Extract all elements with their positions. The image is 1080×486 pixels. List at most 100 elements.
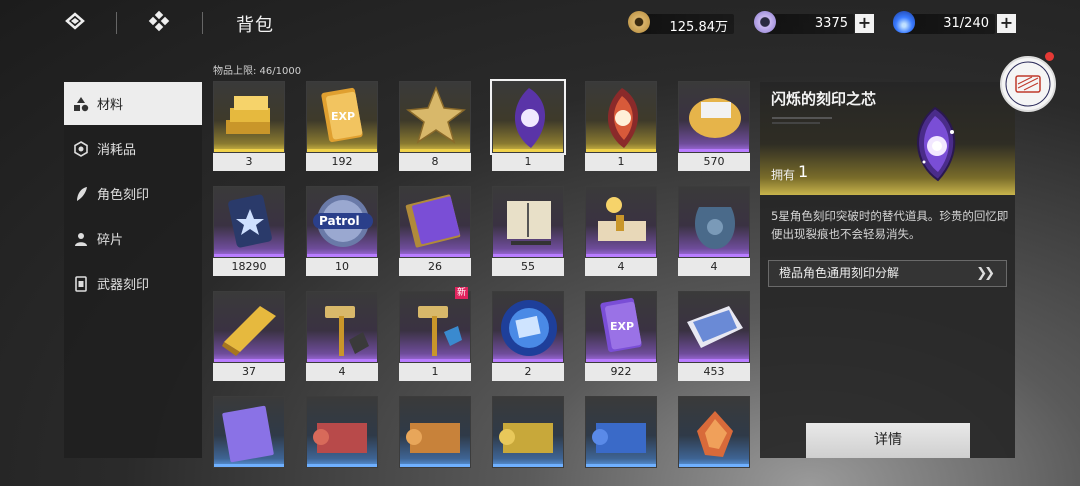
- item-slot[interactable]: 1: [490, 79, 566, 173]
- rarity-bar: [307, 464, 377, 467]
- item-slot[interactable]: 570: [678, 81, 750, 173]
- rarity-bar: [679, 359, 749, 362]
- item-image: [399, 291, 471, 363]
- divider: [116, 12, 117, 34]
- patrol-coin-icon: Patrol: [313, 195, 373, 247]
- rarity-bar: [679, 254, 749, 257]
- svg-text:EXP: EXP: [331, 110, 355, 123]
- person-icon: [72, 230, 90, 248]
- coin-resource: 125.84万: [628, 11, 734, 35]
- item-image: [399, 81, 471, 153]
- item-count: 26: [399, 258, 471, 276]
- rarity-bar: [586, 464, 656, 467]
- yellow-scroll-icon: [499, 423, 553, 453]
- rarity-bar: [307, 359, 377, 362]
- item-slot[interactable]: EXP 922: [585, 291, 657, 383]
- sidebar-item-consumables[interactable]: 消耗品: [64, 127, 202, 170]
- item-slot[interactable]: [399, 396, 471, 486]
- item-image: [399, 186, 471, 258]
- diamond-grid-icon[interactable]: [146, 10, 172, 36]
- coin-icon: [628, 11, 650, 33]
- item-slot[interactable]: 4: [678, 186, 750, 278]
- rarity-bar: [307, 149, 377, 152]
- item-slot[interactable]: [492, 396, 564, 486]
- rarity-bar: [214, 254, 284, 257]
- scroll-book-icon: [507, 201, 551, 245]
- item-slot[interactable]: 2: [492, 291, 564, 383]
- rarity-bar: [493, 149, 563, 152]
- layers-icon[interactable]: [62, 10, 88, 36]
- item-slot[interactable]: [306, 396, 378, 486]
- add-stamina-button[interactable]: +: [997, 14, 1016, 33]
- blue-bag-icon: [694, 207, 736, 249]
- item-slot[interactable]: 新1: [399, 287, 471, 383]
- crystal-ring-icon: [754, 11, 776, 33]
- item-slot[interactable]: 55: [492, 186, 564, 278]
- item-slot[interactable]: [585, 396, 657, 486]
- item-slot[interactable]: [678, 396, 750, 486]
- new-badge: 新: [454, 287, 468, 299]
- item-slot[interactable]: 8: [399, 81, 471, 173]
- inventory-capacity: 物品上限: 46/1000: [213, 66, 302, 77]
- item-slot[interactable]: 4: [585, 186, 657, 278]
- dismantle-button[interactable]: 橙品角色通用刻印分解 ❯❯: [768, 260, 1007, 287]
- rarity-bar: [214, 149, 284, 152]
- item-count: 570: [678, 153, 750, 171]
- item-slot[interactable]: [213, 396, 285, 486]
- sidebar-item-fragments[interactable]: 碎片: [64, 217, 202, 260]
- item-count: 37: [213, 363, 285, 381]
- owned-count: 1: [798, 162, 809, 181]
- double-chevron-right-icon: ❯❯: [976, 266, 995, 281]
- gold-hammer-icon: [325, 306, 369, 356]
- item-slot[interactable]: 1: [585, 81, 657, 173]
- blue-scroll-icon: [592, 423, 646, 453]
- gold-ingots-icon: [226, 96, 270, 134]
- item-slot[interactable]: 26: [399, 186, 471, 278]
- sidebar-item-label: 武器刻印: [97, 278, 150, 293]
- rarity-bar: [400, 464, 470, 467]
- rarity-bar: [493, 359, 563, 362]
- details-button[interactable]: 详情: [806, 423, 970, 458]
- item-image: [492, 396, 564, 468]
- item-slot[interactable]: EXP 192: [306, 81, 378, 173]
- rarity-bar: [679, 464, 749, 467]
- red-scroll-icon: [313, 423, 367, 453]
- purple-leaf-core-icon: [900, 104, 970, 188]
- sidebar-item-weapon-imprints[interactable]: 武器刻印: [64, 262, 202, 305]
- rarity-bar: [493, 464, 563, 467]
- watermark-seal-icon: [1000, 56, 1056, 112]
- sidebar-item-materials[interactable]: 材料: [64, 82, 202, 125]
- item-slot[interactable]: 18290: [213, 186, 285, 278]
- item-count: 1: [585, 153, 657, 171]
- header-decor-line: [772, 122, 820, 124]
- gold-hammer-blue-icon: [418, 306, 462, 356]
- item-slot[interactable]: 453: [678, 291, 750, 383]
- item-image: [585, 186, 657, 258]
- item-image: [490, 79, 566, 155]
- item-image: [678, 396, 750, 468]
- item-slot[interactable]: 3: [213, 81, 285, 173]
- sidebar-item-character-imprints[interactable]: 角色刻印: [64, 172, 202, 215]
- item-count: 3: [213, 153, 285, 171]
- item-count: 2: [492, 363, 564, 381]
- purple-book-icon: [405, 194, 461, 248]
- hexagon-icon: [72, 140, 90, 158]
- item-slot[interactable]: Patrol 10: [306, 186, 378, 278]
- shapes-icon: [72, 95, 90, 113]
- add-crystal-button[interactable]: +: [855, 14, 874, 33]
- item-count: 10: [306, 258, 378, 276]
- item-image: [585, 396, 657, 468]
- item-detail-panel: 闪烁的刻印之芯 拥有 1 5星角色刻印突破时的替代道具。珍贵的回忆即便出现裂痕也…: [760, 82, 1015, 458]
- rarity-bar: [307, 254, 377, 257]
- golden-scroll-icon: [598, 197, 646, 241]
- blue-map-icon: [687, 306, 743, 348]
- item-slot[interactable]: 37: [213, 291, 285, 383]
- item-grid: 3 EXP 192 8 1 1 570 18290 Patrol 10 26 55 4 4 37 4 新 1 2 EX…: [213, 79, 753, 486]
- gold-star-icon: [406, 85, 466, 144]
- item-slot[interactable]: 4: [306, 291, 378, 383]
- yarn-spool-icon: [689, 98, 741, 138]
- item-count: 1: [492, 153, 564, 171]
- page-title: 背包: [236, 15, 274, 36]
- stamina-value: 31/240: [943, 16, 989, 31]
- card-icon: [72, 275, 90, 293]
